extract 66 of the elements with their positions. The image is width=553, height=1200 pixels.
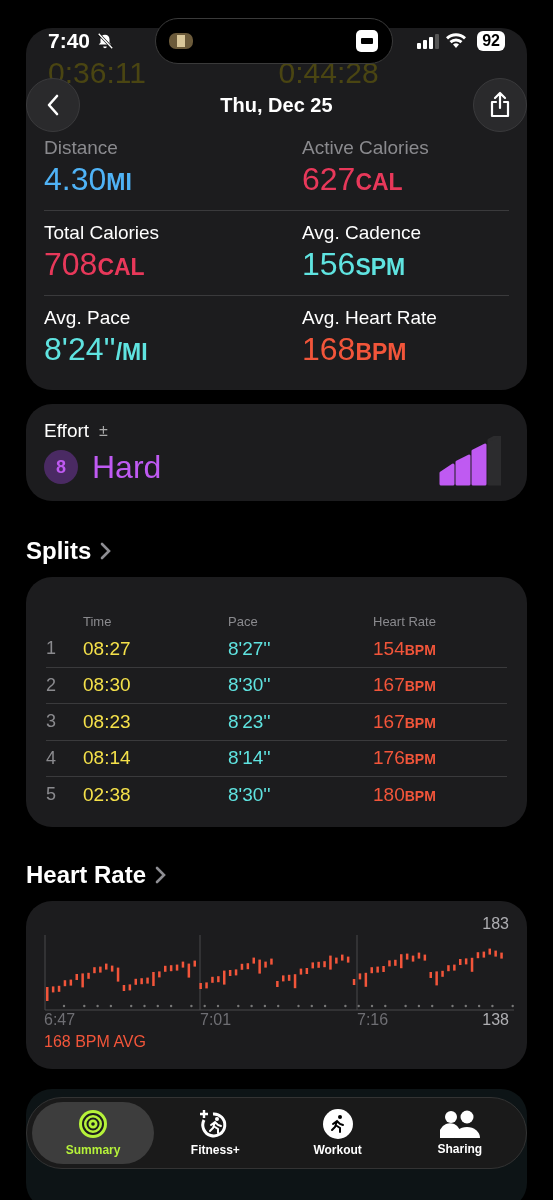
wifi-icon: [445, 33, 468, 49]
effort-score: 8: [44, 450, 78, 484]
split-time: 08:23: [83, 710, 132, 733]
time-axis-label: 7:16: [357, 1011, 390, 1029]
rings-icon: [78, 1109, 109, 1139]
split-pace: 8'30'': [228, 674, 272, 697]
tab[interactable]: Sharing: [398, 1102, 521, 1164]
tab[interactable]: Fitness+: [154, 1102, 277, 1164]
tab[interactable]: Summary: [32, 1102, 155, 1164]
split-pace: 8'14'': [228, 747, 272, 770]
tv-app-icon: [356, 30, 378, 52]
column-header: Heart Rate: [373, 613, 437, 629]
split-index: 2: [46, 674, 57, 696]
share-icon: [488, 91, 512, 119]
chevron-left-icon: [46, 94, 60, 116]
nav-title: Thu, Dec 25: [220, 93, 333, 117]
effort-rating: Hard: [92, 448, 162, 486]
runner-icon: [322, 1109, 353, 1139]
album-icon: [168, 32, 194, 50]
split-heart-rate: 176BPM: [373, 747, 437, 770]
metric-value: 156SPM: [302, 245, 407, 284]
split-heart-rate: 167BPM: [373, 674, 437, 697]
adjust-icon: ±: [99, 422, 108, 440]
split-time: 08:30: [83, 674, 132, 697]
tab[interactable]: Workout: [276, 1102, 399, 1164]
split-time: 02:38: [83, 783, 132, 806]
split-index: 4: [46, 747, 57, 769]
heart-rate-heading[interactable]: Heart Rate: [26, 861, 147, 889]
column-header: Pace: [228, 613, 259, 629]
split-pace: 8'27'': [228, 637, 272, 660]
signal-icon: [417, 33, 440, 49]
split-heart-rate: 180BPM: [373, 783, 437, 806]
metric-value: 627CAL: [302, 160, 404, 199]
chevron-right-icon: [99, 542, 112, 560]
time-axis-label: 6:47: [44, 1011, 77, 1029]
split-index: 5: [46, 784, 57, 806]
metric-value: 8'24''/MI: [44, 330, 149, 369]
effort-card[interactable]: Effort ± 8 Hard: [26, 404, 527, 501]
metric-value: 708CAL: [44, 245, 146, 284]
column-header: Time: [83, 613, 113, 629]
split-heart-rate: 154BPM: [373, 637, 437, 660]
chevron-right-icon: [154, 866, 167, 884]
metric-value: 168BPM: [302, 330, 408, 369]
metric-value: 4.30MI: [44, 160, 133, 199]
split-pace: 8'30'': [228, 783, 272, 806]
metric-label: Total Calories: [44, 221, 161, 245]
axis-max-label: 183: [482, 915, 509, 933]
axis-min-label: 138: [482, 1011, 509, 1029]
metric-label: Avg. Pace: [44, 306, 132, 330]
split-index: 1: [46, 638, 57, 660]
metric-label: Active Calories: [302, 136, 430, 160]
status-time: 7:40: [48, 29, 91, 53]
metric-label: Distance: [44, 136, 119, 160]
split-index: 3: [46, 711, 57, 733]
metric-label: Avg. Cadence: [302, 221, 422, 245]
split-time: 08:27: [83, 637, 132, 660]
split-heart-rate: 167BPM: [373, 710, 437, 733]
split-pace: 8'23'': [228, 710, 272, 733]
split-time: 08:14: [83, 747, 132, 770]
effort-label: Effort: [44, 420, 90, 442]
people-icon: [439, 1110, 480, 1138]
metric-label: Avg. Heart Rate: [302, 306, 438, 330]
time-axis-label: 7:01: [200, 1011, 233, 1029]
average-heart-rate: 168 BPM AVG: [44, 1033, 147, 1051]
battery-level: 92: [477, 31, 505, 51]
splits-heading[interactable]: Splits: [26, 537, 92, 565]
